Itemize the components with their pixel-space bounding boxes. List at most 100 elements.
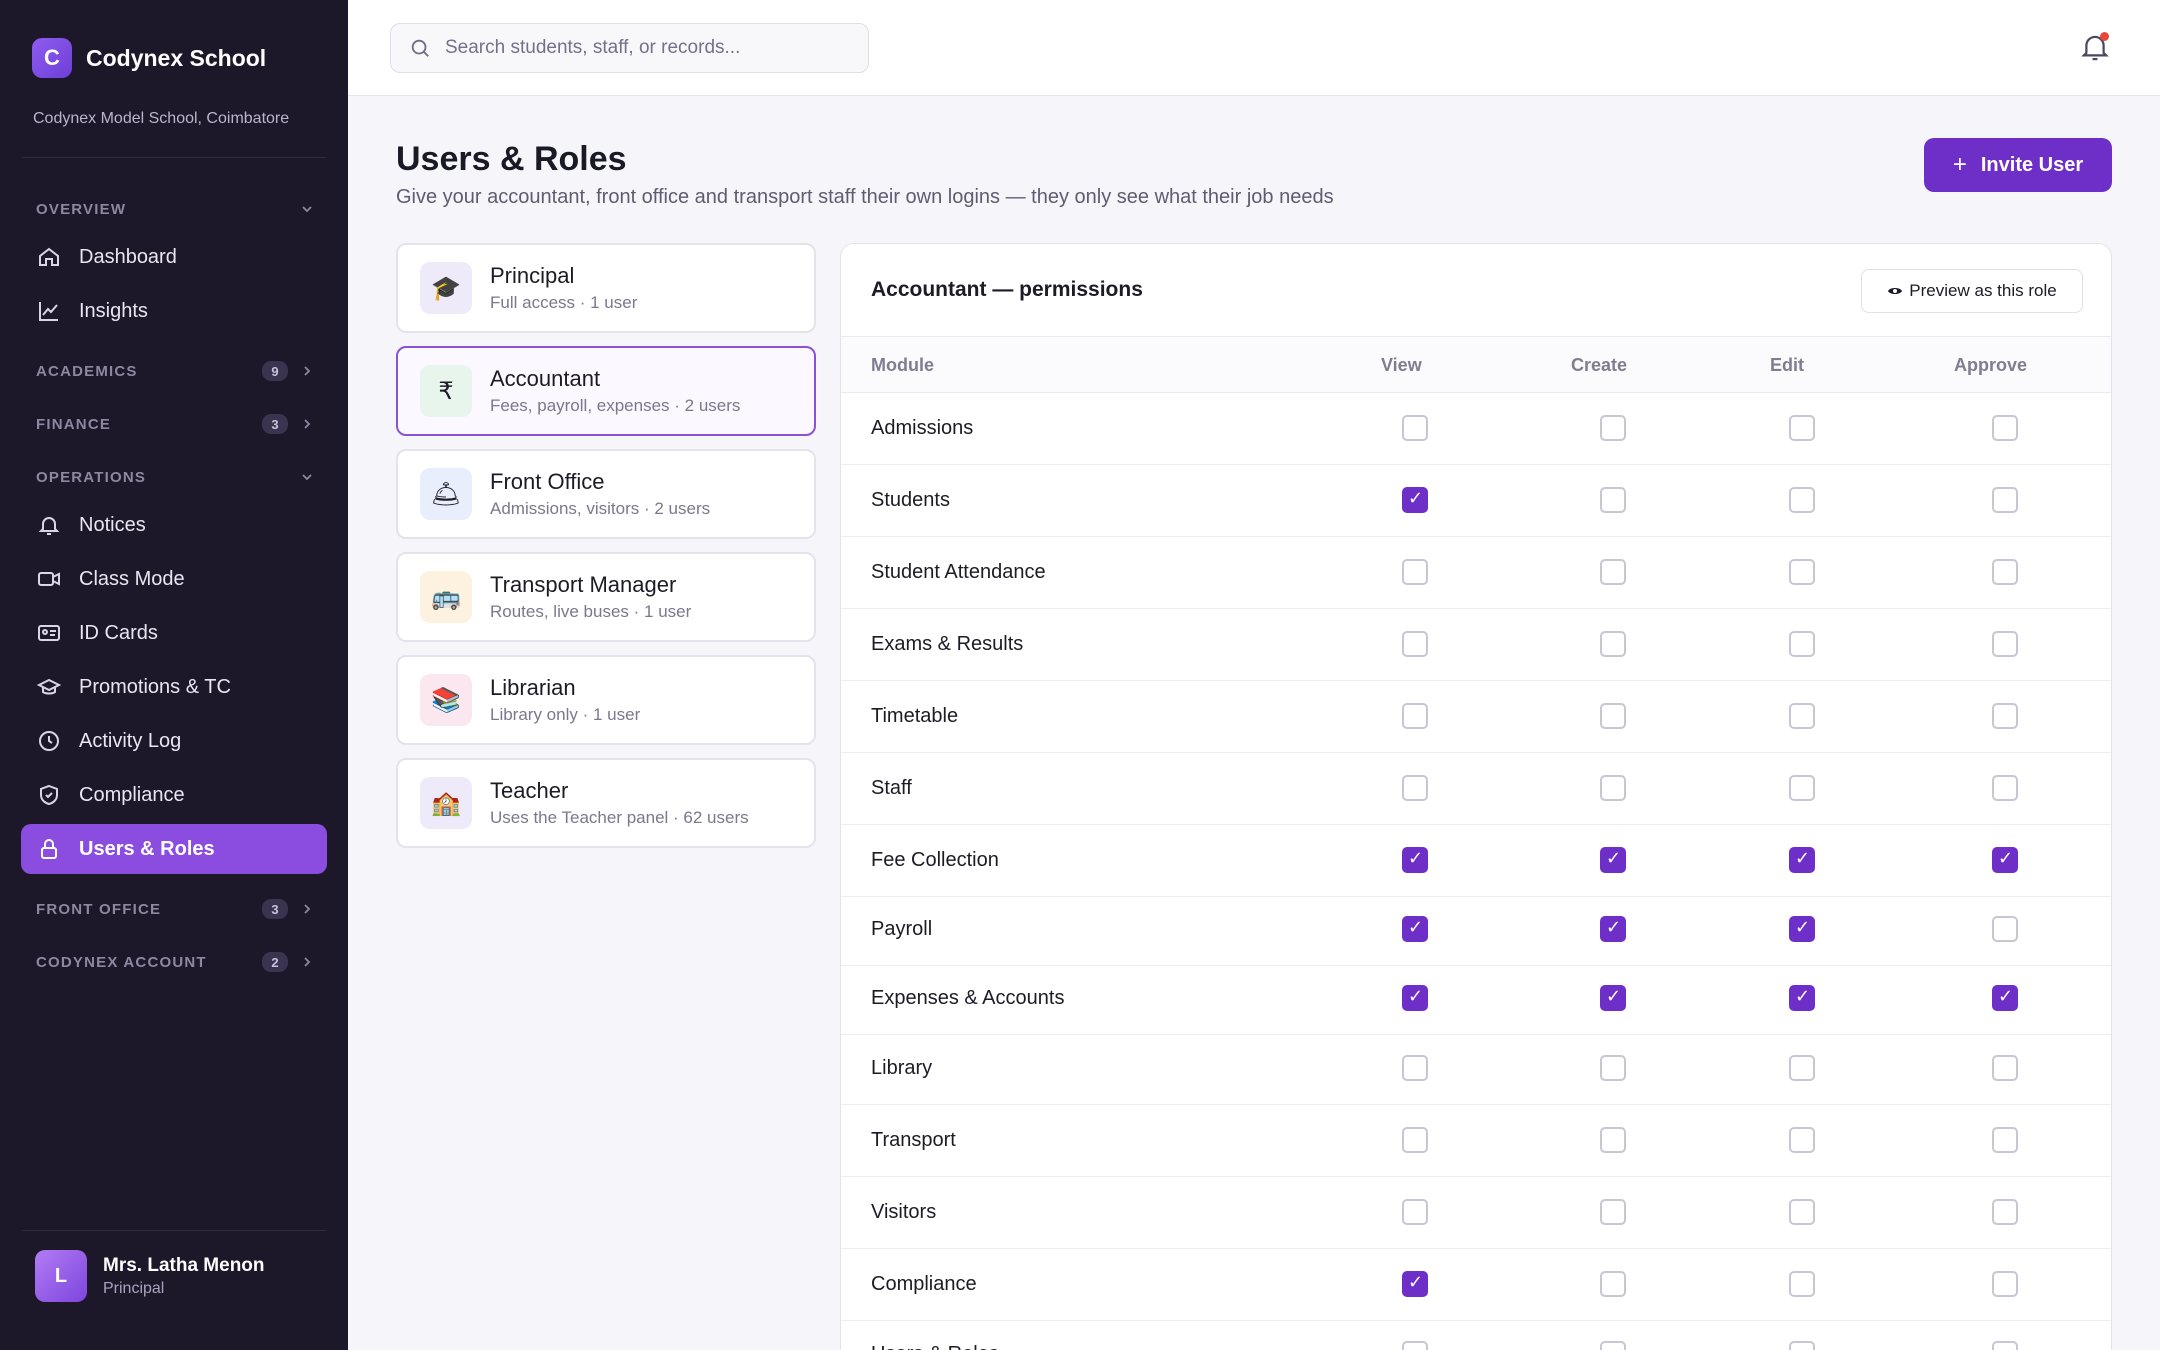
preview-role-button[interactable]: Preview as this role [1861,269,2083,313]
section-finance[interactable]: FINANCE 3 [36,413,314,435]
approve-checkbox[interactable] [1992,1341,2018,1350]
edit-checkbox[interactable] [1789,1199,1815,1225]
section-overview[interactable]: OVERVIEW [36,198,314,220]
brand[interactable]: C Codynex School [32,38,266,78]
view-checkbox[interactable] [1402,775,1428,801]
edit-checkbox[interactable] [1789,415,1815,441]
edit-checkbox[interactable] [1789,703,1815,729]
role-description: Uses the Teacher panel · 62 users [490,808,749,827]
create-checkbox[interactable] [1600,415,1626,441]
create-checkbox[interactable] [1600,985,1626,1011]
role-card-teacher[interactable]: 🏫 Teacher Uses the Teacher panel · 62 user… [396,758,816,848]
approve-checkbox[interactable] [1992,847,2018,873]
section-codynex-account[interactable]: CODYNEX ACCOUNT 2 [36,951,314,973]
edit-checkbox[interactable] [1789,631,1815,657]
edit-checkbox[interactable] [1789,847,1815,873]
user-profile[interactable]: L Mrs. Latha Menon Principal [35,1250,265,1302]
role-card-principal[interactable]: 🎓 Principal Full access · 1 user [396,243,816,333]
role-card-librarian[interactable]: 📚 Librarian Library only · 1 user [396,655,816,745]
approve-checkbox[interactable] [1992,487,2018,513]
edit-checkbox[interactable] [1789,1055,1815,1081]
view-checkbox[interactable] [1402,847,1428,873]
edit-checkbox[interactable] [1789,1341,1815,1350]
sidebar-item-insights[interactable]: Insights [21,286,327,336]
sidebar-item-dashboard[interactable]: Dashboard [21,232,327,282]
approve-checkbox[interactable] [1992,1199,2018,1225]
preview-role-label: Preview as this role [1909,281,2057,300]
role-icon: ₹ [420,365,472,417]
sidebar-item-label: ID Cards [79,621,158,644]
edit-checkbox[interactable] [1789,985,1815,1011]
view-checkbox[interactable] [1402,1127,1428,1153]
approve-checkbox[interactable] [1992,1271,2018,1297]
edit-checkbox[interactable] [1789,1127,1815,1153]
section-operations[interactable]: OPERATIONS [36,466,314,488]
approve-checkbox[interactable] [1992,1127,2018,1153]
section-front-office[interactable]: FRONT OFFICE 3 [36,898,314,920]
column-header: Approve [1954,355,2028,375]
search-box[interactable] [390,23,869,73]
approve-checkbox[interactable] [1992,1055,2018,1081]
sidebar-item-label: Dashboard [79,245,177,268]
edit-checkbox[interactable] [1789,775,1815,801]
approve-checkbox[interactable] [1992,775,2018,801]
sidebar-item-compliance[interactable]: Compliance [21,770,327,820]
role-card-front-office[interactable]: 🛎 Front Office Admissions, visitors · 2 us… [396,449,816,539]
create-checkbox[interactable] [1600,631,1626,657]
create-checkbox[interactable] [1600,775,1626,801]
create-checkbox[interactable] [1600,1127,1626,1153]
view-checkbox[interactable] [1402,631,1428,657]
approve-checkbox[interactable] [1992,631,2018,657]
sidebar-item-users-roles[interactable]: Users & Roles [21,824,327,874]
role-card-accountant[interactable]: ₹ Accountant Fees, payroll, expenses · 2 u… [396,346,816,436]
approve-checkbox[interactable] [1992,916,2018,942]
view-checkbox[interactable] [1402,985,1428,1011]
create-checkbox[interactable] [1600,487,1626,513]
section-academics[interactable]: ACADEMICS 9 [36,360,314,382]
create-checkbox[interactable] [1600,559,1626,585]
edit-checkbox[interactable] [1789,916,1815,942]
sidebar-item-class-mode[interactable]: Class Mode [21,554,327,604]
notifications-button[interactable] [2080,32,2110,64]
view-checkbox[interactable] [1402,1199,1428,1225]
create-checkbox[interactable] [1600,1271,1626,1297]
search-input[interactable] [445,37,845,59]
approve-checkbox[interactable] [1992,559,2018,585]
view-checkbox[interactable] [1402,1055,1428,1081]
create-checkbox[interactable] [1600,1199,1626,1225]
role-icon: 🎓 [420,262,472,314]
chevron-down-icon [300,202,314,216]
approve-checkbox[interactable] [1992,985,2018,1011]
table-row: Payroll [841,894,2111,966]
role-name: Transport Manager [490,572,677,597]
sidebar-item-activity-log[interactable]: Activity Log [21,716,327,766]
create-checkbox[interactable] [1600,1341,1626,1350]
eye-icon [1887,285,1903,297]
sidebar-item-promotions[interactable]: Promotions & TC [21,662,327,712]
view-checkbox[interactable] [1402,415,1428,441]
role-card-transport-manager[interactable]: 🚌 Transport Manager Routes, live buses · 1… [396,552,816,642]
sidebar-item-id-cards[interactable]: ID Cards [21,608,327,658]
sidebar-item-notices[interactable]: Notices [21,500,327,550]
edit-checkbox[interactable] [1789,1271,1815,1297]
view-checkbox[interactable] [1402,1271,1428,1297]
create-checkbox[interactable] [1600,1055,1626,1081]
role-description: Fees, payroll, expenses · 2 users [490,396,741,415]
edit-checkbox[interactable] [1789,559,1815,585]
approve-checkbox[interactable] [1992,415,2018,441]
column-header: Create [1571,355,1628,375]
edit-checkbox[interactable] [1789,487,1815,513]
section-label: FINANCE [36,415,112,433]
chevron-down-icon [300,470,314,484]
create-checkbox[interactable] [1600,847,1626,873]
approve-checkbox[interactable] [1992,703,2018,729]
view-checkbox[interactable] [1402,703,1428,729]
create-checkbox[interactable] [1600,703,1626,729]
view-checkbox[interactable] [1402,916,1428,942]
user-role: Principal [103,1279,165,1297]
create-checkbox[interactable] [1600,916,1626,942]
invite-user-button[interactable]: + Invite User [1924,138,2112,192]
view-checkbox[interactable] [1402,1341,1428,1350]
view-checkbox[interactable] [1402,487,1428,513]
view-checkbox[interactable] [1402,559,1428,585]
